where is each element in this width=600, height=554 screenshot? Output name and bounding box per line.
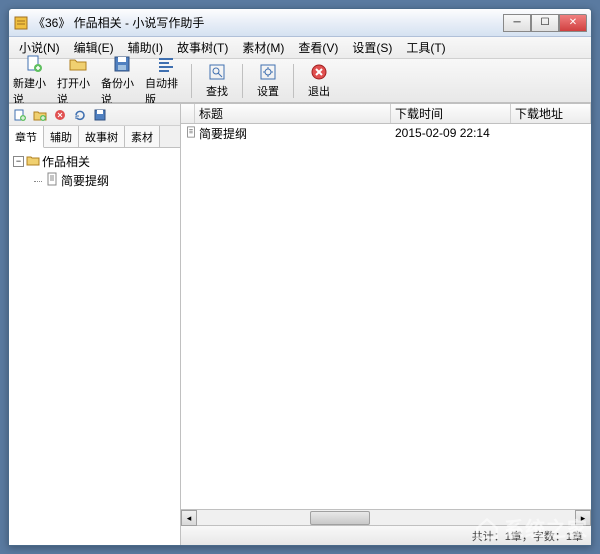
col-title[interactable]: 标题 <box>195 104 391 123</box>
toolbar: 新建小说 打开小说 备份小说 自动排版 查找 设置 退出 <box>9 59 591 103</box>
add-folder-button[interactable] <box>31 106 49 124</box>
col-url[interactable]: 下载地址 <box>511 104 591 123</box>
sidebar-toolbar <box>9 104 180 126</box>
tree-child-label: 简要提纲 <box>61 172 109 189</box>
menu-tools[interactable]: 工具(T) <box>400 37 451 58</box>
auto-format-button[interactable]: 自动排版 <box>145 61 187 101</box>
titlebar-text: 《36》 作品相关 - 小说写作助手 <box>33 14 503 31</box>
status-text: 共计：1章，字数：1章 <box>472 528 583 544</box>
exit-button[interactable]: 退出 <box>298 61 340 101</box>
list-row[interactable]: 简要提纲 2015-02-09 22:14 <box>181 124 591 142</box>
folder-open-icon <box>26 153 40 170</box>
document-icon <box>45 172 59 189</box>
row-icon-cell <box>181 126 195 141</box>
col-icon[interactable] <box>181 104 195 123</box>
tab-chapter[interactable]: 章节 <box>9 126 44 148</box>
menu-view[interactable]: 查看(V) <box>292 37 344 58</box>
menubar: 小说(N) 编辑(E) 辅助(I) 故事树(T) 素材(M) 查看(V) 设置(… <box>9 37 591 59</box>
settings-button[interactable]: 设置 <box>247 61 289 101</box>
refresh-button[interactable] <box>71 106 89 124</box>
tree-collapse-icon[interactable]: − <box>13 156 24 167</box>
app-icon <box>13 15 29 31</box>
find-button[interactable]: 查找 <box>196 61 238 101</box>
main-panel: 标题 下载时间 下载地址 简要提纲 2015-02-09 22:14 ◂ <box>181 104 591 545</box>
tab-storytree[interactable]: 故事树 <box>79 126 125 147</box>
content: 章节 辅助 故事树 素材 − 作品相关 简要提纲 <box>9 103 591 545</box>
statusbar: 共计：1章，字数：1章 <box>181 525 591 545</box>
search-icon <box>207 62 227 82</box>
menu-settings[interactable]: 设置(S) <box>346 37 398 58</box>
tab-material[interactable]: 素材 <box>125 126 160 147</box>
align-icon <box>156 54 176 74</box>
save-button[interactable] <box>91 106 109 124</box>
scroll-thumb[interactable] <box>310 511 370 525</box>
toolbar-separator <box>293 64 294 98</box>
tree-child[interactable]: 简要提纲 <box>13 171 176 190</box>
tree-root[interactable]: − 作品相关 <box>13 152 176 171</box>
exit-icon <box>309 62 329 82</box>
close-button[interactable]: ✕ <box>559 14 587 32</box>
row-time: 2015-02-09 22:14 <box>391 126 511 140</box>
maximize-button[interactable]: ☐ <box>531 14 559 32</box>
minimize-button[interactable]: ─ <box>503 14 531 32</box>
new-novel-button[interactable]: 新建小说 <box>13 61 55 101</box>
tab-assist[interactable]: 辅助 <box>44 126 79 147</box>
list-body[interactable]: 简要提纲 2015-02-09 22:14 <box>181 124 591 509</box>
menu-material[interactable]: 素材(M) <box>236 37 290 58</box>
toolbar-separator <box>191 64 192 98</box>
save-icon <box>112 54 132 74</box>
delete-button[interactable] <box>51 106 69 124</box>
window-controls: ─ ☐ ✕ <box>503 14 587 32</box>
sidebar-tabs: 章节 辅助 故事树 素材 <box>9 126 180 148</box>
scroll-track[interactable] <box>197 510 575 525</box>
gear-icon <box>258 62 278 82</box>
toolbar-separator <box>242 64 243 98</box>
scroll-right-button[interactable]: ▸ <box>575 510 591 526</box>
sidebar: 章节 辅助 故事树 素材 − 作品相关 简要提纲 <box>9 104 181 545</box>
app-window: 《36》 作品相关 - 小说写作助手 ─ ☐ ✕ 小说(N) 编辑(E) 辅助(… <box>8 8 592 546</box>
open-novel-button[interactable]: 打开小说 <box>57 61 99 101</box>
tree-root-label: 作品相关 <box>42 153 90 170</box>
scroll-left-button[interactable]: ◂ <box>181 510 197 526</box>
horizontal-scrollbar[interactable]: ◂ ▸ <box>181 509 591 525</box>
add-chapter-button[interactable] <box>11 106 29 124</box>
tree-view[interactable]: − 作品相关 简要提纲 <box>9 148 180 545</box>
list-header: 标题 下载时间 下载地址 <box>181 104 591 124</box>
backup-novel-button[interactable]: 备份小说 <box>101 61 143 101</box>
file-new-icon <box>24 54 44 74</box>
folder-open-icon <box>68 54 88 74</box>
col-time[interactable]: 下载时间 <box>391 104 511 123</box>
row-title: 简要提纲 <box>195 125 391 142</box>
titlebar: 《36》 作品相关 - 小说写作助手 ─ ☐ ✕ <box>9 9 591 37</box>
menu-storytree[interactable]: 故事树(T) <box>171 37 234 58</box>
